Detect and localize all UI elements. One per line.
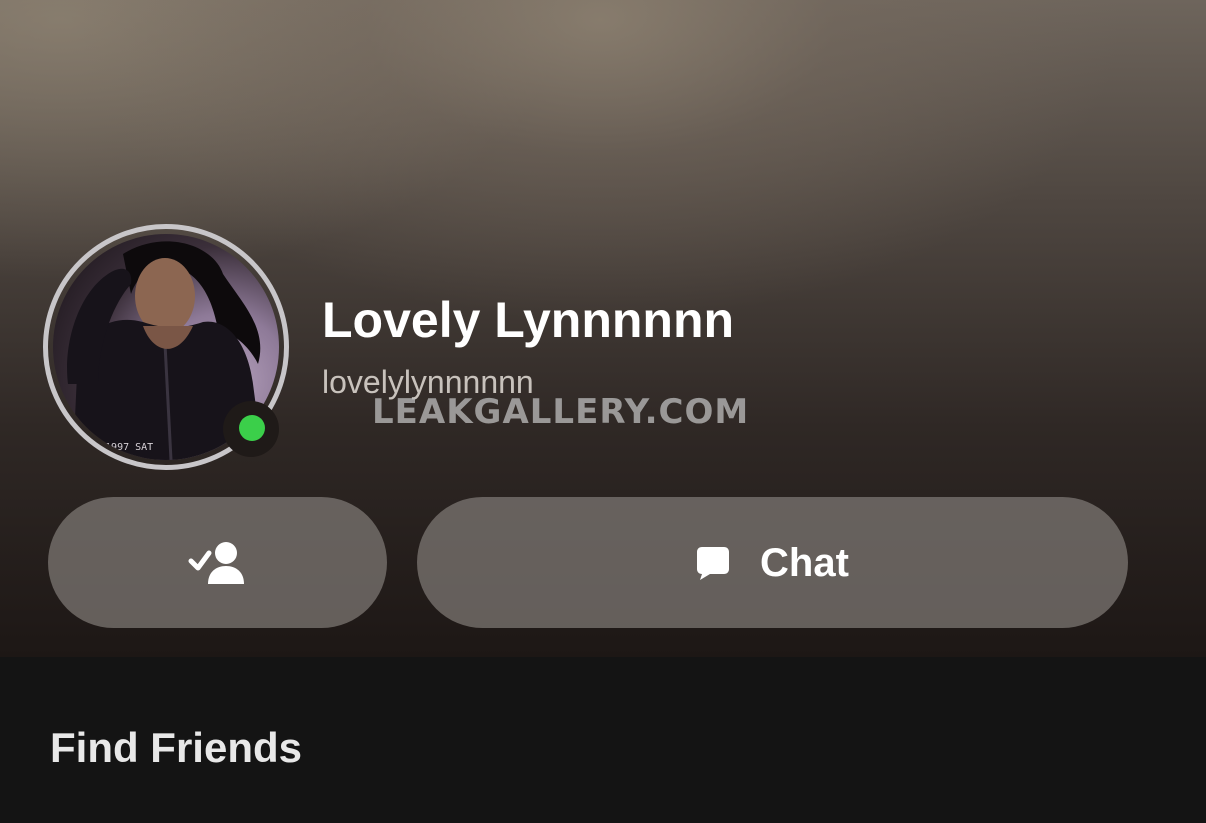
chat-bubble-icon bbox=[696, 545, 730, 581]
find-friends-section: Find Friends bbox=[0, 657, 1206, 823]
chat-button[interactable]: Chat bbox=[417, 497, 1128, 628]
friend-added-check-icon bbox=[188, 540, 248, 586]
online-status-dot bbox=[239, 415, 265, 441]
watermark-text: LEAKGALLERY.COM bbox=[372, 392, 750, 432]
display-name: Lovely Lynnnnnn bbox=[322, 292, 735, 348]
friend-status-button[interactable] bbox=[48, 497, 387, 628]
avatar[interactable]: 3 1997 SAT bbox=[43, 224, 289, 470]
chat-button-label: Chat bbox=[760, 540, 849, 585]
find-friends-title: Find Friends bbox=[50, 724, 302, 771]
profile-header: 3 1997 SAT Lovely Lynnnnnn lovelylynnnnn… bbox=[0, 0, 1206, 657]
